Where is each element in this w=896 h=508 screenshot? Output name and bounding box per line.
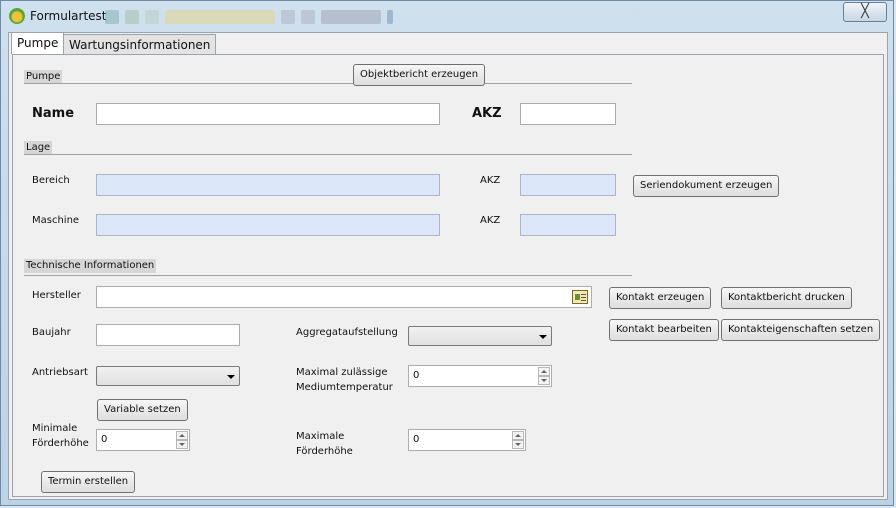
max-foerderhoehe-label-line2: Förderhöhe	[296, 446, 353, 457]
kontakteigenschaften-setzen-button[interactable]: Kontakteigenschaften setzen	[721, 319, 881, 341]
spin-down-icon[interactable]	[538, 376, 550, 385]
blurred-background-toolbar	[105, 6, 425, 26]
chevron-down-icon	[227, 375, 235, 379]
tab-pumpe[interactable]: Pumpe	[11, 32, 65, 54]
bereich-field[interactable]	[96, 174, 440, 196]
max-foerderhoehe-value: 0	[413, 434, 420, 445]
max-foerderhoehe-label-line1: Maximale	[296, 431, 345, 442]
spin-up-icon[interactable]	[512, 431, 524, 440]
bereich-akz-field[interactable]	[520, 174, 616, 196]
spin-up-icon[interactable]	[176, 431, 188, 440]
antriebsart-select[interactable]	[96, 366, 240, 386]
max-temperatur-label-line2: Mediumtemperatur	[296, 382, 393, 393]
spin-down-icon[interactable]	[512, 440, 524, 449]
section-header-pumpe: Pumpe	[24, 70, 63, 84]
maschine-field[interactable]	[96, 214, 440, 236]
objektbericht-button[interactable]: Objektbericht erzeugen	[353, 64, 486, 86]
name-field[interactable]	[96, 103, 440, 125]
antriebsart-label: Antriebsart	[32, 367, 88, 378]
chevron-down-icon	[539, 335, 547, 339]
akz-label: AKZ	[472, 106, 502, 121]
max-temperatur-spinner[interactable]: 0	[408, 365, 552, 387]
termin-erstellen-button[interactable]: Termin erstellen	[41, 471, 136, 493]
bereich-label: Bereich	[32, 175, 70, 186]
kontaktbericht-drucken-button[interactable]: Kontaktbericht drucken	[721, 287, 852, 309]
max-temperatur-value: 0	[413, 370, 420, 381]
tab-panel-pumpe: Pumpe Objektbericht erzeugen Name AKZ La…	[12, 54, 884, 497]
maschine-akz-field[interactable]	[520, 214, 616, 236]
baujahr-label: Baujahr	[32, 327, 71, 338]
form-window: Formulartest ╳ Pumpe Wartungsinformation…	[0, 0, 894, 506]
contact-card-icon[interactable]	[572, 290, 588, 304]
min-foerderhoehe-value: 0	[101, 434, 108, 445]
tab-wartungsinformationen[interactable]: Wartungsinformationen	[63, 34, 217, 54]
window-title: Formulartest	[30, 9, 107, 23]
section-divider	[24, 154, 632, 155]
min-foerderhoehe-label-line1: Minimale	[32, 423, 78, 434]
kontakt-bearbeiten-button[interactable]: Kontakt bearbeiten	[609, 319, 719, 341]
aggregataufstellung-label: Aggregataufstellung	[296, 327, 398, 338]
section-header-lage: Lage	[24, 141, 53, 155]
section-divider	[24, 83, 632, 84]
bereich-akz-label: AKZ	[480, 175, 501, 186]
hersteller-label: Hersteller	[32, 290, 81, 301]
max-temperatur-label-line1: Maximal zulässige	[296, 367, 388, 378]
kontakt-erzeugen-button[interactable]: Kontakt erzeugen	[609, 287, 712, 309]
min-foerderhoehe-spinner[interactable]: 0	[96, 429, 190, 451]
maschine-akz-label: AKZ	[480, 215, 501, 226]
max-temperatur-label: Maximal zulässige Mediumtemperatur	[296, 365, 406, 395]
spin-up-icon[interactable]	[538, 367, 550, 376]
max-foerderhoehe-spinner[interactable]: 0	[408, 429, 526, 451]
aggregataufstellung-select[interactable]	[408, 326, 552, 346]
spin-down-icon[interactable]	[176, 440, 188, 449]
min-foerderhoehe-label-line2: Förderhöhe	[32, 438, 89, 449]
variable-setzen-button[interactable]: Variable setzen	[97, 399, 188, 421]
name-label: Name	[32, 106, 75, 121]
app-icon	[9, 8, 25, 24]
hersteller-field[interactable]	[96, 286, 592, 308]
close-button[interactable]: ╳	[843, 2, 887, 22]
baujahr-field[interactable]	[96, 324, 240, 346]
min-foerderhoehe-label: Minimale Förderhöhe	[32, 421, 102, 451]
akz-field[interactable]	[520, 103, 616, 125]
max-foerderhoehe-label: Maximale Förderhöhe	[296, 429, 396, 459]
title-bar[interactable]: Formulartest ╳	[1, 1, 895, 31]
section-divider	[24, 275, 632, 276]
section-header-technische-informationen: Technische Informationen	[24, 259, 157, 273]
seriendokument-button[interactable]: Seriendokument erzeugen	[633, 175, 780, 197]
client-area: Pumpe Wartungsinformationen Pumpe Objekt…	[8, 32, 888, 500]
close-icon: ╳	[861, 4, 869, 19]
maschine-label: Maschine	[32, 215, 80, 226]
